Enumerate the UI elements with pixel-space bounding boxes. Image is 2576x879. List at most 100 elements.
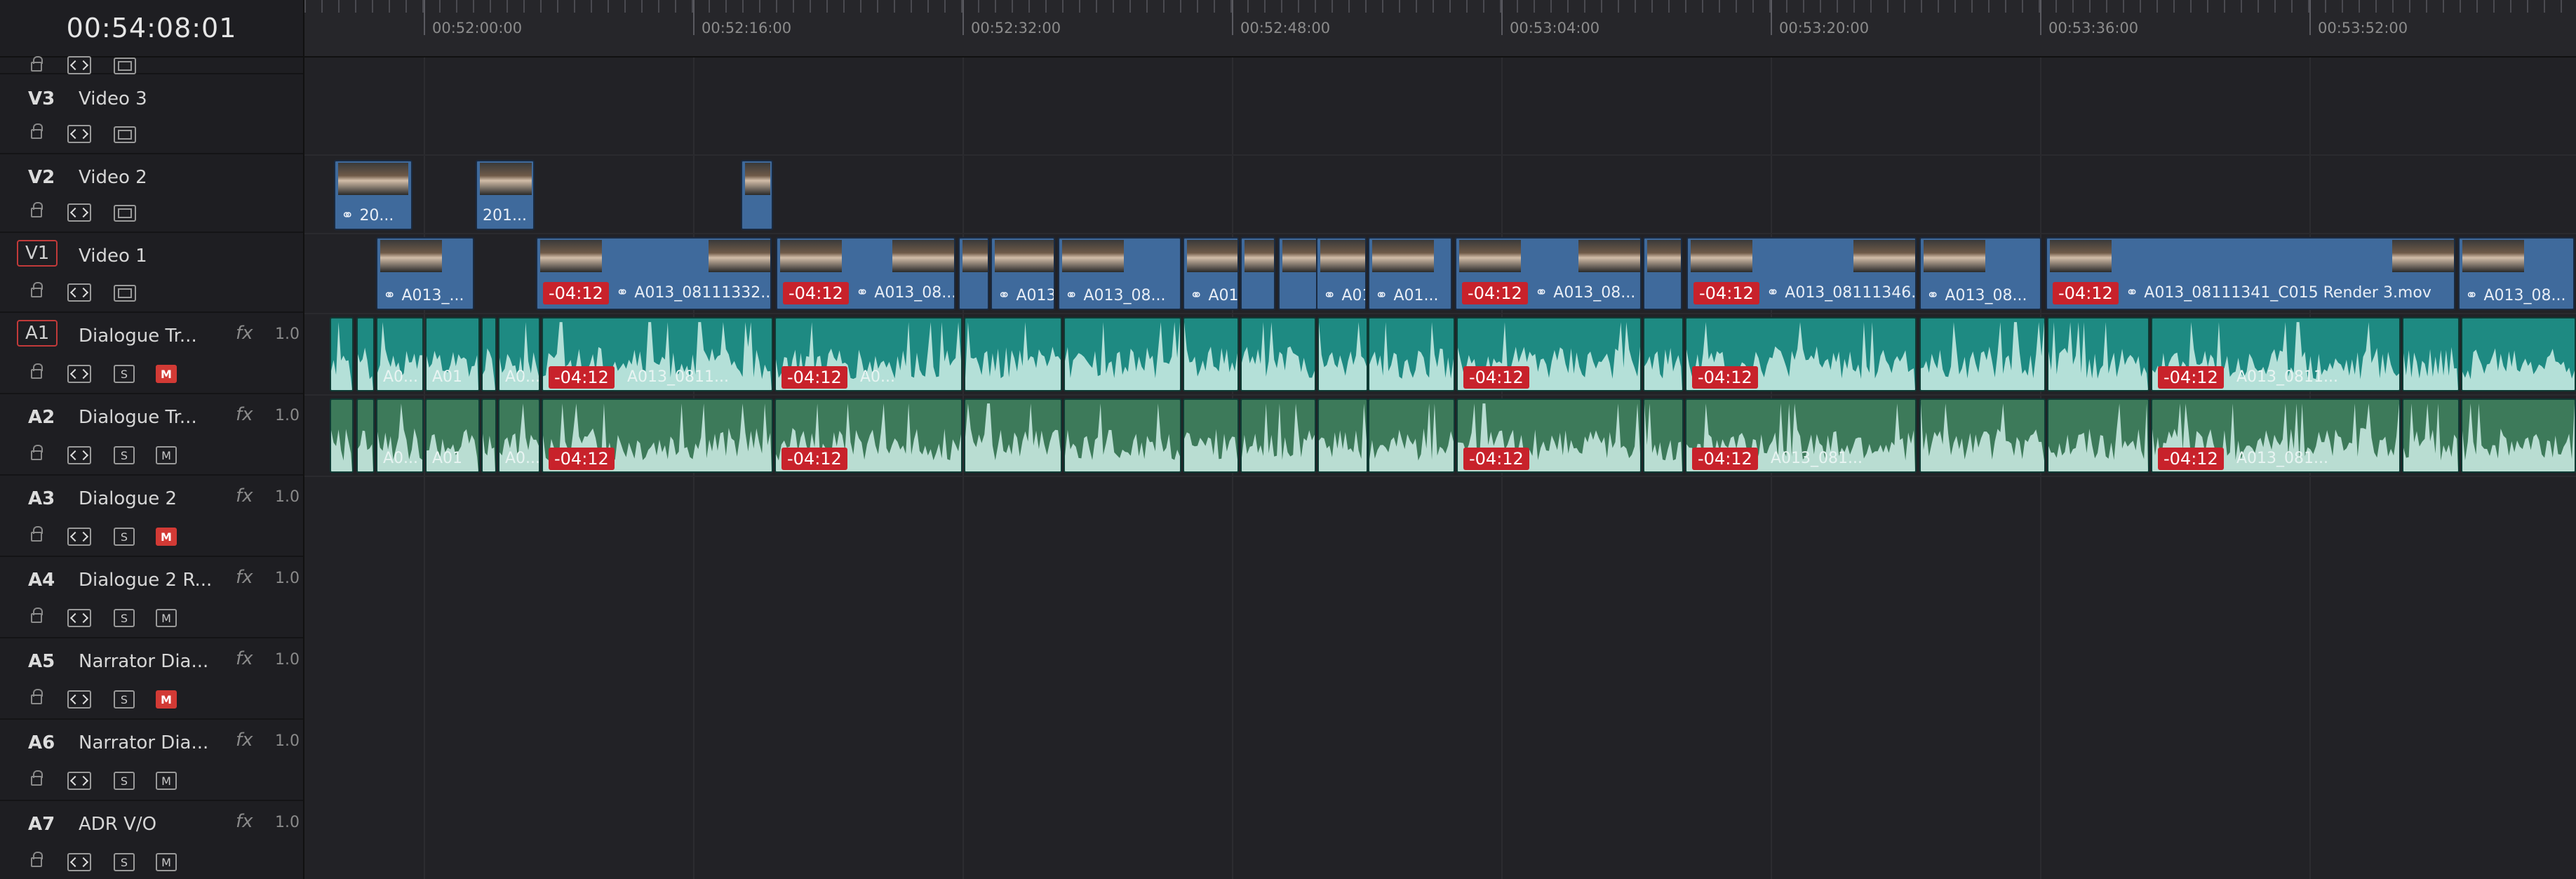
audio-clip[interactable] <box>1240 398 1316 473</box>
video-clip[interactable]: ⚭ A013_08... <box>2458 237 2575 310</box>
audio-clip[interactable] <box>1919 398 2046 473</box>
track-name[interactable]: Dialogue 2 R... <box>79 570 212 591</box>
auto-select-icon[interactable] <box>67 690 91 709</box>
audio-clip[interactable]: A0... <box>498 398 540 473</box>
track-destination-icon[interactable] <box>114 205 136 222</box>
track-destination-icon[interactable] <box>114 285 136 302</box>
audio-clip[interactable] <box>2461 398 2576 473</box>
audio-clip[interactable]: -04:12 A013_0811... <box>542 317 773 391</box>
video-clip[interactable]: ⚭ A01... <box>1183 237 1239 310</box>
lock-icon[interactable] <box>31 363 43 379</box>
audio-clip[interactable] <box>330 398 354 473</box>
audio-clip[interactable] <box>1643 398 1684 473</box>
track-name[interactable]: ADR V/O <box>79 814 156 835</box>
mute-button[interactable]: M <box>156 853 177 871</box>
solo-button[interactable]: S <box>114 609 135 627</box>
lock-icon[interactable] <box>31 202 43 217</box>
video-clip[interactable]: -04:12 ⚭ A013_08111346... <box>1686 237 1917 310</box>
track-destination-icon[interactable] <box>114 58 136 74</box>
audio-clip[interactable] <box>2402 398 2460 473</box>
audio-clip[interactable]: -04:12 A013_081... <box>2151 398 2401 473</box>
video-clip[interactable] <box>1278 237 1317 310</box>
audio-clip[interactable]: A01 <box>425 398 480 473</box>
video-clip[interactable]: -04:12 ⚭ A013_08... <box>1455 237 1642 310</box>
fx-icon[interactable]: fx <box>236 323 253 344</box>
track-id[interactable]: V1 <box>17 240 58 267</box>
audio-clip[interactable]: -04:12 <box>1685 317 1917 391</box>
audio-clip[interactable] <box>1240 317 1316 391</box>
track-name[interactable]: Dialogue 2 <box>79 488 177 509</box>
audio-clip[interactable] <box>481 317 497 391</box>
audio-clip[interactable] <box>1643 317 1684 391</box>
auto-select-icon[interactable] <box>67 365 91 383</box>
track-id[interactable]: A1 <box>17 320 58 347</box>
mute-button[interactable]: M <box>156 772 177 790</box>
track-name[interactable]: Video 3 <box>79 88 147 109</box>
audio-clip[interactable] <box>356 317 375 391</box>
video-clip[interactable]: ⚭ A013_08... <box>1058 237 1181 310</box>
video-clip[interactable]: ⚭ 20... <box>334 160 412 230</box>
lock-icon[interactable] <box>31 445 43 460</box>
track-header-a2[interactable]: A2 Dialogue Tr... fx 1.0 S M <box>0 394 303 476</box>
timecode-display[interactable]: 00:54:08:01 <box>0 0 303 58</box>
track-header-v3[interactable]: V3 Video 3 <box>0 76 303 154</box>
audio-clip[interactable] <box>1368 317 1455 391</box>
audio-clip[interactable]: -04:12 <box>774 398 962 473</box>
track-name[interactable]: Narrator Dia... <box>79 732 208 753</box>
audio-clip[interactable] <box>2047 317 2149 391</box>
video-clip[interactable]: ⚭ A01... <box>1368 237 1452 310</box>
solo-button[interactable]: S <box>114 446 135 464</box>
audio-clip[interactable] <box>1183 317 1239 391</box>
track-header-a5[interactable]: A5 Narrator Dia... fx 1.0 S M <box>0 638 303 720</box>
audio-clip[interactable] <box>356 398 375 473</box>
audio-clip[interactable] <box>1317 398 1368 473</box>
track-header-a6[interactable]: A6 Narrator Dia... fx 1.0 S M <box>0 720 303 801</box>
video-clip[interactable]: ⚭ A01... <box>1316 237 1367 310</box>
video-clip[interactable]: -04:12 ⚭ A013_08111332... <box>536 237 772 310</box>
audio-clip[interactable]: -04:12 <box>542 398 773 473</box>
track-header-a3[interactable]: A3 Dialogue 2 fx 1.0 S M <box>0 476 303 557</box>
auto-select-icon[interactable] <box>67 772 91 790</box>
solo-button[interactable]: S <box>114 528 135 546</box>
solo-button[interactable]: S <box>114 365 135 383</box>
audio-clip[interactable] <box>2402 317 2460 391</box>
audio-clip[interactable]: A0... <box>376 317 424 391</box>
auto-select-icon[interactable] <box>67 609 91 627</box>
video-clip[interactable] <box>741 160 773 230</box>
lock-icon[interactable] <box>31 282 43 297</box>
fx-icon[interactable]: fx <box>236 485 253 506</box>
track-destination-icon[interactable] <box>114 126 136 143</box>
audio-clip[interactable] <box>1064 398 1181 473</box>
solo-button[interactable]: S <box>114 690 135 709</box>
lock-icon[interactable] <box>31 526 43 542</box>
lock-icon[interactable] <box>31 689 43 704</box>
video-clip[interactable]: -04:12 ⚭ A013_08... <box>776 237 955 310</box>
auto-select-icon[interactable] <box>67 203 91 222</box>
solo-button[interactable]: S <box>114 772 135 790</box>
auto-select-icon[interactable] <box>67 853 91 871</box>
audio-clip[interactable] <box>1919 317 2046 391</box>
track-header-v1[interactable]: V1 Video 1 <box>0 233 303 313</box>
lock-icon[interactable] <box>31 770 43 786</box>
audio-clip[interactable]: -04:12 A0... <box>774 317 962 391</box>
lock-icon[interactable] <box>31 123 43 139</box>
solo-button[interactable]: S <box>114 853 135 871</box>
fx-icon[interactable]: fx <box>236 730 253 751</box>
audio-clip[interactable]: -04:12 <box>1456 317 1642 391</box>
auto-select-icon[interactable] <box>67 528 91 546</box>
audio-clip[interactable] <box>2047 398 2149 473</box>
audio-clip[interactable]: -04:12 <box>1456 398 1642 473</box>
video-clip[interactable]: -04:12 ⚭ A013_08111341_C015 Render 3.mov <box>2046 237 2455 310</box>
mute-button[interactable]: M <box>156 446 177 464</box>
video-clip[interactable]: ⚭ A013_... <box>376 237 474 310</box>
track-name[interactable]: Video 1 <box>79 246 147 267</box>
audio-clip[interactable]: -04:12 A013_081... <box>1685 398 1917 473</box>
auto-select-icon[interactable] <box>67 56 91 74</box>
track-name[interactable]: Video 2 <box>79 167 147 188</box>
fx-icon[interactable]: fx <box>236 567 253 588</box>
timeline-ruler[interactable]: 00:52:00:00 00:52:16:00 00:52:32:00 00:5… <box>304 0 2576 58</box>
lock-icon[interactable] <box>31 608 43 623</box>
mute-button[interactable]: M <box>156 365 177 383</box>
mute-button[interactable]: M <box>156 528 177 546</box>
mute-button[interactable]: M <box>156 609 177 627</box>
